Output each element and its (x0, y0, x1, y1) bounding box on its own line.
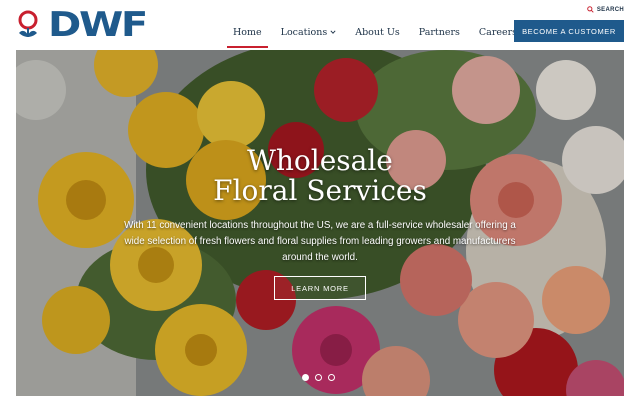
dwf-logo[interactable]: DWF (16, 8, 148, 42)
nav-item-careers[interactable]: Careers (479, 27, 517, 38)
carousel-dots (302, 374, 335, 381)
nav-item-locations[interactable]: Locations (281, 27, 337, 38)
become-a-customer-button[interactable]: BECOME A CUSTOMER (514, 20, 624, 42)
rose-emblem-icon (18, 10, 38, 37)
hero-title-line-1: Wholesale (247, 144, 393, 177)
carousel-dot-1[interactable] (302, 374, 309, 381)
search-label: SEARCH (596, 6, 624, 13)
hero-title: Wholesale Floral Services (120, 146, 520, 206)
nav-item-partners[interactable]: Partners (419, 27, 460, 38)
chevron-down-icon (330, 30, 336, 34)
search-icon (587, 6, 594, 13)
carousel-dot-3[interactable] (328, 374, 335, 381)
search-link[interactable]: SEARCH (587, 6, 624, 13)
carousel-dot-2[interactable] (315, 374, 322, 381)
logo-wordmark: DWF (48, 5, 148, 45)
site-header: DWF SEARCH Home Locations About Us Partn… (0, 0, 640, 48)
hero-content: Wholesale Floral Services With 11 conven… (120, 146, 520, 266)
nav-item-locations-label: Locations (280, 26, 328, 38)
hero-banner: Wholesale Floral Services With 11 conven… (16, 50, 624, 396)
hero-description: With 11 convenient locations throughout … (124, 220, 516, 263)
main-nav: Home Locations About Us Partners Careers (227, 24, 536, 48)
nav-item-about-us[interactable]: About Us (355, 27, 400, 38)
nav-item-home[interactable]: Home (227, 27, 268, 48)
learn-more-button[interactable]: LEARN MORE (274, 276, 366, 300)
hero-title-line-2: Floral Services (213, 174, 427, 207)
